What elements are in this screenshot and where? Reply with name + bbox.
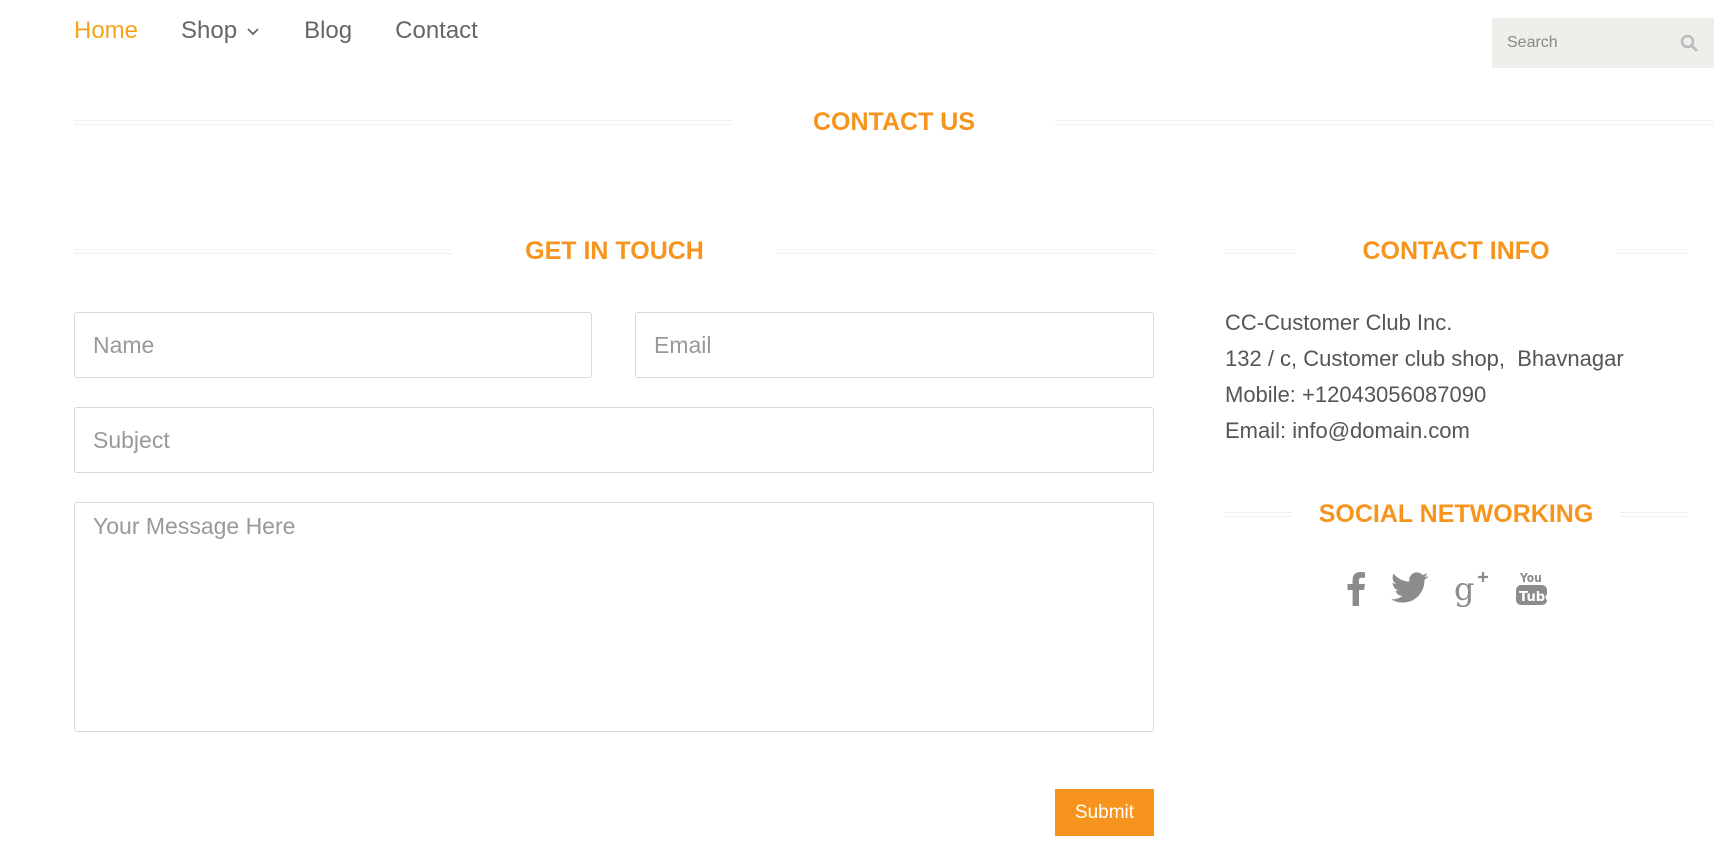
divider: [1616, 249, 1688, 254]
nav-shop-label: Shop: [181, 17, 238, 44]
divider: [74, 249, 453, 254]
contact-info-block: CC-Customer Club Inc. 132 / c, Customer …: [1225, 305, 1624, 449]
contact-info-heading: CONTACT INFO: [1362, 237, 1550, 265]
submit-button[interactable]: Submit: [1055, 789, 1154, 836]
nav-blog[interactable]: Blog: [304, 14, 352, 48]
svg-text:g: g: [1454, 570, 1474, 607]
message-field[interactable]: [74, 502, 1154, 732]
facebook-icon[interactable]: [1345, 570, 1367, 611]
page-title: CONTACT US: [812, 108, 976, 136]
google-plus-icon[interactable]: g: [1453, 569, 1491, 612]
name-field[interactable]: [74, 312, 592, 378]
divider: [776, 249, 1155, 254]
social-links: g You Tube: [1345, 568, 1554, 613]
get-in-touch-heading: GET IN TOUCH: [525, 237, 704, 265]
nav-home[interactable]: Home: [74, 14, 138, 48]
subject-field[interactable]: [74, 407, 1154, 473]
get-in-touch-title-bar: GET IN TOUCH: [74, 237, 1155, 266]
svg-text:Tube: Tube: [1519, 590, 1549, 605]
email-address: Email: info@domain.com: [1225, 418, 1470, 443]
nav-shop[interactable]: Shop: [181, 14, 261, 48]
search-icon[interactable]: [1680, 34, 1698, 52]
twitter-icon[interactable]: [1391, 572, 1429, 609]
divider: [1225, 249, 1296, 254]
social-networking-heading: SOCIAL NETWORKING: [1318, 500, 1594, 528]
search-box: [1492, 18, 1714, 68]
nav-contact[interactable]: Contact: [395, 14, 478, 48]
mobile-number: Mobile: +12043056087090: [1225, 382, 1487, 407]
divider: [1620, 512, 1688, 517]
youtube-icon[interactable]: You Tube: [1515, 568, 1554, 613]
contact-info-title-bar: CONTACT INFO: [1225, 237, 1688, 266]
email-field[interactable]: [635, 312, 1154, 378]
page-title-bar: CONTACT US: [74, 108, 1714, 137]
divider: [1225, 512, 1292, 517]
search-input[interactable]: [1492, 33, 1679, 53]
company-name: CC-Customer Club Inc.: [1225, 310, 1453, 335]
svg-text:You: You: [1519, 571, 1542, 585]
main-nav: Home Shop Blog Contact: [74, 14, 478, 48]
divider: [74, 120, 733, 125]
address: 132 / c, Customer club shop, Bhavnagar: [1225, 346, 1624, 371]
chevron-down-icon: [247, 28, 259, 36]
divider: [1055, 120, 1714, 125]
social-title-bar: SOCIAL NETWORKING: [1225, 500, 1688, 529]
